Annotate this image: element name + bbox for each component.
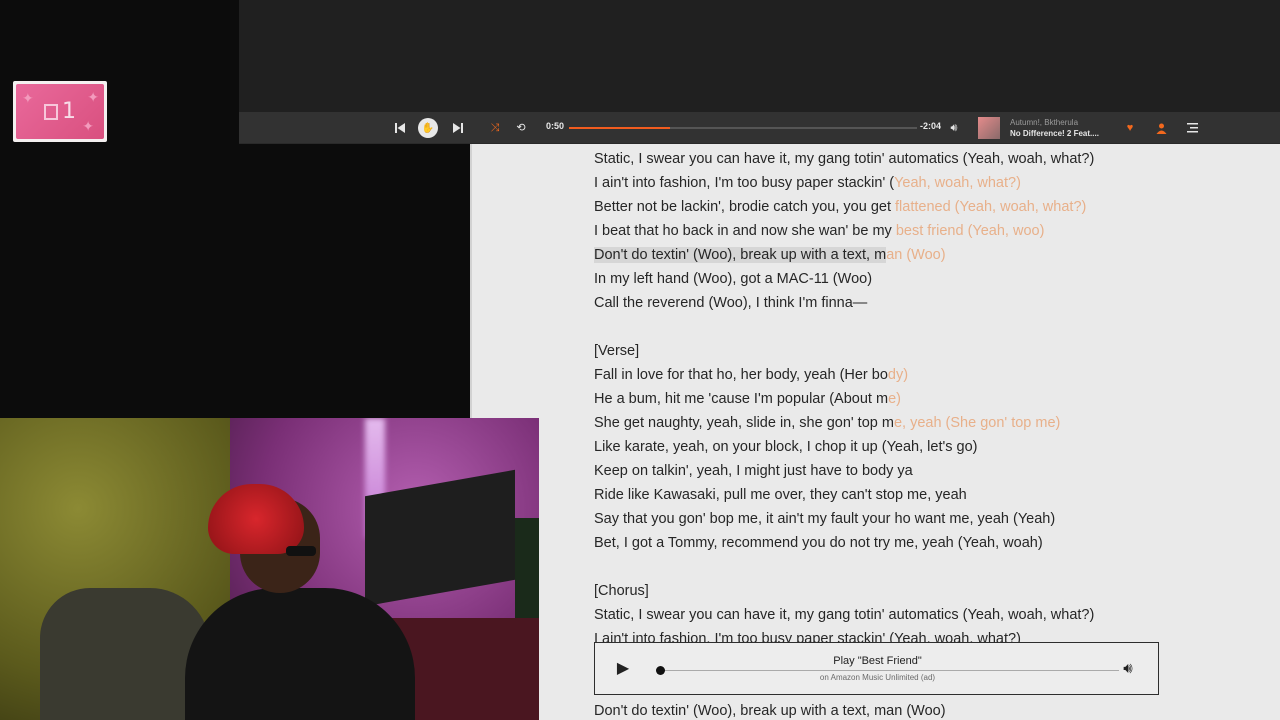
lyric-text-faded: e) xyxy=(888,391,901,407)
music-player-bar: ✋ ⤨ ⟲ 0:50 -2:04 🔊︎ Autumn!, Bktherula N… xyxy=(239,112,1280,144)
lyric-text: Say that you gon' bop me, it ain't my fa… xyxy=(594,511,1056,527)
lyric-line: I beat that ho back in and now she wan' … xyxy=(594,219,1234,243)
lyric-line xyxy=(594,555,1234,579)
screen: ✦ ✦ ✦ 1 ✋ ⤨ ⟲ 0:50 -2:04 🔊︎ Autumn!, Bkt… xyxy=(0,0,1280,720)
lyric-line: Bet, I got a Tommy, recommend you do not… xyxy=(594,531,1234,555)
red-bonnet xyxy=(208,484,304,554)
lyrics-body: Static, I swear you can have it, my gang… xyxy=(594,147,1234,651)
lyric-line: [Chorus] xyxy=(594,579,1234,603)
ad-volume-icon[interactable]: 🔊︎ xyxy=(1117,659,1139,679)
sparkle-icon: ✦ xyxy=(82,118,94,134)
webcam-overlay xyxy=(0,418,539,720)
heart-icon[interactable]: ♥ xyxy=(1121,120,1139,136)
progress-track[interactable] xyxy=(569,127,917,129)
lyric-line: Static, I swear you can have it, my gang… xyxy=(594,603,1234,627)
lyric-text: She get naughty, yeah, slide in, she gon… xyxy=(594,415,894,431)
lyric-text: Bet, I got a Tommy, recommend you do not… xyxy=(594,535,1043,551)
queue-icon[interactable] xyxy=(1183,120,1201,136)
lyric-line: Like karate, yeah, on your block, I chop… xyxy=(594,435,1234,459)
user-icon[interactable] xyxy=(1152,120,1170,136)
lyric-text-faded: Yeah, woah, what?) xyxy=(894,175,1021,191)
left-panel xyxy=(0,0,239,420)
lyric-text-faded: e, yeah (She gon' top me) xyxy=(893,415,1061,431)
shuffle-icon[interactable]: ⤨ xyxy=(486,120,504,136)
lyric-line: Fall in love for that ho, her body, yeah… xyxy=(594,363,1234,387)
lyric-text: [Verse] xyxy=(594,343,640,359)
lyric-text: I beat that ho back in and now she wan' … xyxy=(594,223,896,239)
sunglasses xyxy=(286,546,316,556)
lyric-text-faded: best friend (Yeah, woo) xyxy=(895,223,1045,239)
ad-title[interactable]: Play "Best Friend" xyxy=(595,655,1160,667)
play-pause-icon: ✋ xyxy=(421,122,435,134)
lyric-text-faded: flattened (Yeah, woah, what?) xyxy=(895,199,1087,215)
lyric-line: In my left hand (Woo), got a MAC-11 (Woo… xyxy=(594,267,1234,291)
sparkle-icon: ✦ xyxy=(22,90,34,106)
lyric-text: Fall in love for that ho, her body, yeah… xyxy=(594,367,888,383)
lyric-line: Call the reverend (Woo), I think I'm fin… xyxy=(594,291,1234,315)
lyric-line: Static, I swear you can have it, my gang… xyxy=(594,147,1234,171)
volume-icon[interactable]: 🔊︎ xyxy=(945,120,963,136)
lyric-line: Ride like Kawasaki, pull me over, they c… xyxy=(594,483,1234,507)
side-monitor xyxy=(515,518,539,618)
ad-subtitle: on Amazon Music Unlimited (ad) xyxy=(819,673,936,682)
overlay-badge-inner: ✦ ✦ ✦ 1 xyxy=(16,84,104,139)
lyric-text: Static, I swear you can have it, my gang… xyxy=(594,607,1095,623)
lyric-text: [Chorus] xyxy=(594,583,649,599)
lyric-line: Say that you gon' bop me, it ain't my fa… xyxy=(594,507,1234,531)
lyric-line: Keep on talkin', yeah, I might just have… xyxy=(594,459,1234,483)
overlay-badge-content: 1 xyxy=(44,99,76,124)
audio-ad-widget: ▶ Play "Best Friend" on Amazon Music Unl… xyxy=(594,642,1159,695)
lyric-line: He a bum, hit me 'cause I'm popular (Abo… xyxy=(594,387,1234,411)
sparkle-icon: ✦ xyxy=(87,89,99,105)
lyric-text: He a bum, hit me 'cause I'm popular (Abo… xyxy=(594,391,889,407)
lyric-line: She get naughty, yeah, slide in, she gon… xyxy=(594,411,1234,435)
box-icon xyxy=(44,103,58,120)
lyric-text: Don't do textin' (Woo), break up with a … xyxy=(594,247,887,263)
overlay-badge-number: 1 xyxy=(62,99,76,124)
overlay-badge: ✦ ✦ ✦ 1 xyxy=(13,81,107,142)
lyric-text: Call the reverend (Woo), I think I'm fin… xyxy=(594,295,868,311)
skip-back-icon[interactable] xyxy=(391,120,409,136)
ad-seek-track[interactable] xyxy=(659,670,1119,671)
elapsed-time: 0:50 xyxy=(546,121,565,131)
lyric-text-faded: dy) xyxy=(887,367,909,383)
browser-top-area xyxy=(239,0,1280,112)
lyric-text: Like karate, yeah, on your block, I chop… xyxy=(594,439,978,455)
lyric-text: Better not be lackin', brodie catch you,… xyxy=(594,199,896,215)
lyric-text: In my left hand (Woo), got a MAC-11 (Woo… xyxy=(594,271,873,287)
lyric-line: Don't do textin' (Woo), break up with a … xyxy=(594,243,1234,267)
left-panel-extension xyxy=(239,144,470,420)
repeat-icon[interactable]: ⟲ xyxy=(512,120,530,136)
album-art[interactable] xyxy=(978,117,1000,139)
lyric-line: [Verse] xyxy=(594,339,1234,363)
artist-name[interactable]: Autumn!, Bktherula xyxy=(1010,118,1078,127)
lyric-line xyxy=(594,315,1234,339)
remaining-time: -2:04 xyxy=(920,121,942,131)
lyric-text: Keep on talkin', yeah, I might just have… xyxy=(594,463,913,479)
lyric-line: Better not be lackin', brodie catch you,… xyxy=(594,195,1234,219)
lyric-line: I ain't into fashion, I'm too busy paper… xyxy=(594,171,1234,195)
skip-forward-icon[interactable] xyxy=(449,120,467,136)
progress-fill xyxy=(569,127,670,129)
streamer-body xyxy=(185,588,415,720)
lyric-text-faded: an (Woo) xyxy=(886,247,946,263)
lyric-text: Static, I swear you can have it, my gang… xyxy=(594,151,1095,167)
lyric-text: Ride like Kawasaki, pull me over, they c… xyxy=(594,487,967,503)
song-title[interactable]: No Difference! 2 Feat.... xyxy=(1010,129,1099,138)
lyric-text: I ain't into fashion, I'm too busy paper… xyxy=(594,175,895,191)
play-pause-button[interactable]: ✋ xyxy=(418,118,438,138)
lyric-line: Don't do textin' (Woo), break up with a … xyxy=(594,703,946,719)
